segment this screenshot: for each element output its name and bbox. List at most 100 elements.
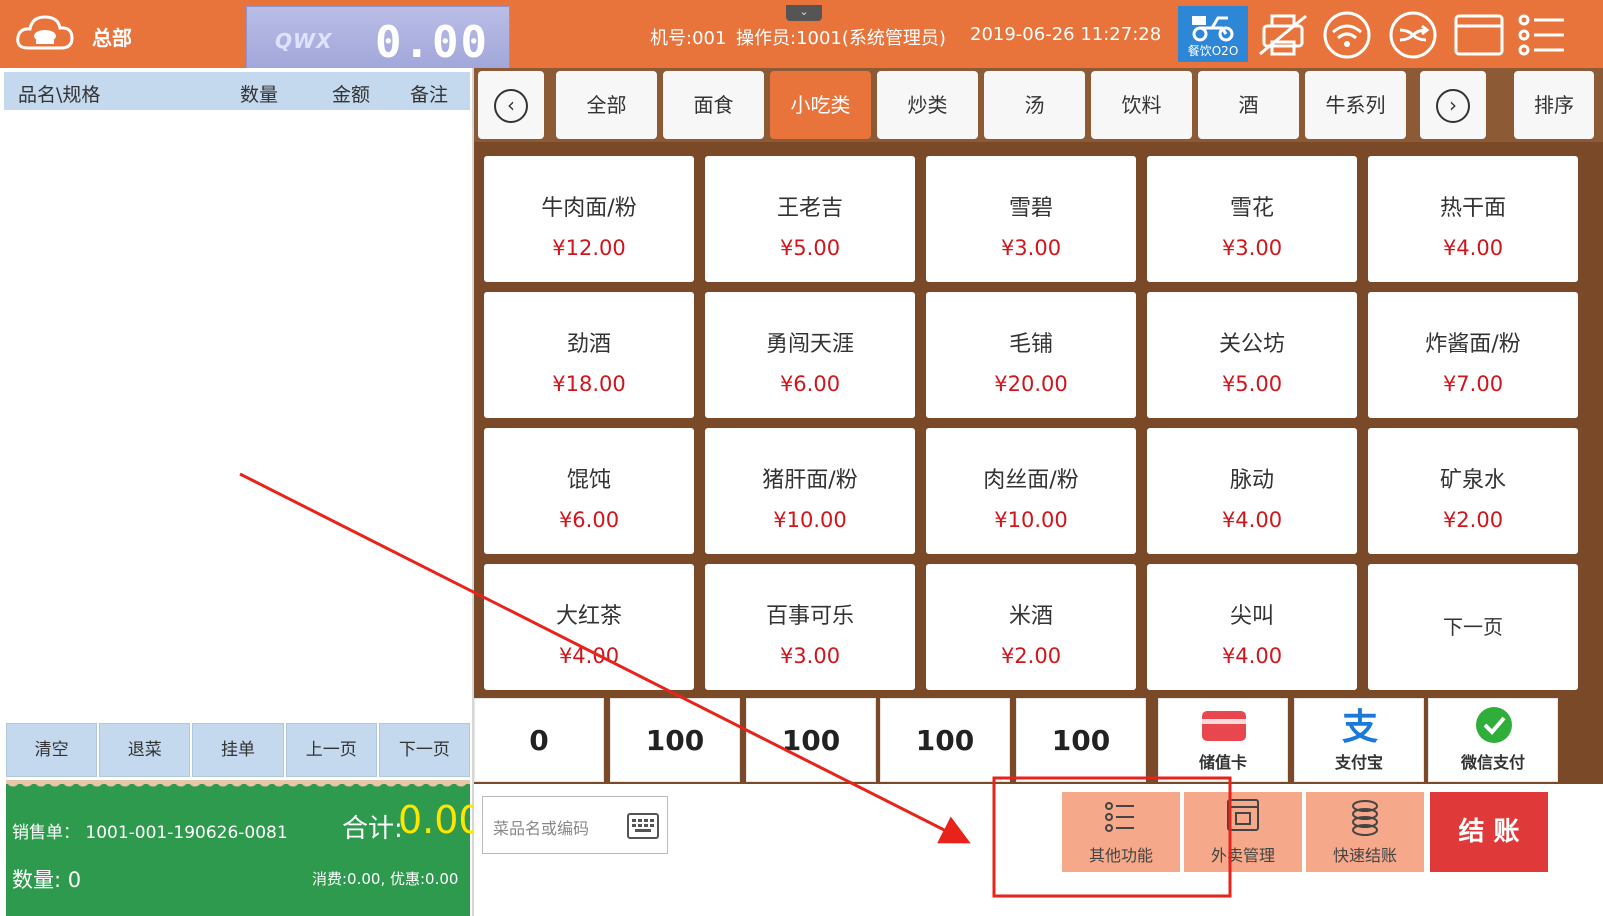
o2o-label: 餐饮O2O [1187, 44, 1239, 58]
dish-card[interactable]: 尖叫 ¥4.00 [1147, 564, 1357, 690]
wechat-check-icon [1476, 707, 1512, 743]
dish-next-page-button[interactable]: 下一页 [1368, 564, 1578, 690]
wechat-pay-button[interactable]: 微信支付 [1428, 698, 1558, 782]
dish-name: 矿泉水 [1439, 468, 1506, 493]
category-next-button[interactable]: › [1420, 71, 1486, 139]
dish-price: ¥2.00 [1000, 644, 1062, 668]
alipay-button[interactable]: 支 支付宝 [1294, 698, 1424, 782]
dish-card[interactable]: 热干面 ¥4.00 [1368, 156, 1578, 282]
category-tab[interactable]: 小吃类 [770, 71, 871, 139]
dish-card[interactable]: 雪花 ¥3.00 [1147, 156, 1357, 282]
dish-card[interactable]: 牛肉面/粉 ¥12.00 [484, 156, 694, 282]
dish-name: 劲酒 [566, 332, 611, 357]
wifi-icon[interactable] [1318, 10, 1376, 60]
category-tab[interactable]: 饮料 [1091, 71, 1192, 139]
dish-name: 雪花 [1229, 196, 1274, 221]
order-panel: 品名\规格 数量 金额 备注 清空 退菜 挂单 上一页 下一页 销售单： 100… [0, 68, 483, 916]
dish-card[interactable]: 勇闯天涯 ¥6.00 [705, 292, 915, 418]
column-name: 品名\规格 [18, 84, 101, 106]
dish-card[interactable]: 米酒 ¥2.00 [926, 564, 1136, 690]
o2o-button[interactable]: 餐饮O2O [1178, 6, 1248, 62]
alipay-label: 支付宝 [1334, 753, 1383, 772]
return-dish-button[interactable]: 退菜 [99, 723, 191, 777]
column-note: 备注 [410, 84, 449, 106]
dish-card[interactable]: 猪肝面/粉 ¥10.00 [705, 428, 915, 554]
dish-card[interactable]: 矿泉水 ¥2.00 [1368, 428, 1578, 554]
dish-price: ¥4.00 [558, 644, 620, 668]
next-page-button[interactable]: 下一页 [378, 723, 471, 777]
category-tab[interactable]: 全部 [556, 71, 657, 139]
wechat-label: 微信支付 [1460, 753, 1525, 772]
dish-name: 脉动 [1229, 468, 1274, 493]
list-icon [1105, 802, 1134, 832]
quick-checkout-label: 快速结账 [1332, 846, 1397, 865]
other-functions-button[interactable]: 其他功能 [1062, 792, 1180, 872]
dish-name: 王老吉 [776, 196, 843, 221]
stored-value-card-button[interactable]: 储值卡 [1158, 698, 1288, 782]
dish-card[interactable]: 毛铺 ¥20.00 [926, 292, 1136, 418]
order-table-header: 品名\规格 数量 金额 备注 [4, 72, 470, 110]
dish-card[interactable]: 馄饨 ¥6.00 [484, 428, 694, 554]
dish-price: ¥5.00 [1221, 372, 1283, 396]
category-tab[interactable]: 汤 [984, 71, 1085, 139]
dish-card[interactable]: 炸酱面/粉 ¥7.00 [1368, 292, 1578, 418]
takeaway-label: 外卖管理 [1210, 846, 1275, 865]
dish-price: ¥7.00 [1442, 372, 1504, 396]
category-tab[interactable]: 酒 [1198, 71, 1299, 139]
dish-card[interactable]: 脉动 ¥4.00 [1147, 428, 1357, 554]
card-icon [1202, 711, 1246, 741]
takeaway-window-icon [1227, 799, 1259, 831]
dish-card[interactable]: 肉丝面/粉 ¥10.00 [926, 428, 1136, 554]
menu-list-icon[interactable] [1514, 10, 1572, 60]
store-name[interactable]: 总部 [92, 22, 132, 51]
dish-name: 毛铺 [1008, 332, 1053, 357]
quick-checkout-button[interactable]: 快速结账 [1306, 792, 1424, 872]
category-tab[interactable]: 炒类 [877, 71, 978, 139]
checkout-button[interactable]: 结 账 [1430, 792, 1548, 872]
dish-price: ¥3.00 [779, 644, 841, 668]
category-prev-button[interactable]: ‹ [478, 71, 544, 139]
takeaway-management-button[interactable]: 外卖管理 [1184, 792, 1302, 872]
clear-button[interactable]: 清空 [6, 723, 98, 777]
dish-card[interactable]: 王老吉 ¥5.00 [705, 156, 915, 282]
window-icon[interactable] [1450, 10, 1508, 60]
column-quantity: 数量 [240, 84, 279, 106]
keyboard-icon[interactable] [627, 813, 659, 839]
dish-name: 馄饨 [566, 468, 611, 493]
order-action-bar: 清空 退菜 挂单 上一页 下一页 [6, 723, 471, 777]
other-functions-label: 其他功能 [1088, 846, 1153, 865]
search-placeholder: 菜品名或编码 [493, 819, 590, 838]
category-tab[interactable]: 面食 [663, 71, 764, 139]
quick-amount-button[interactable]: 100 [610, 698, 740, 782]
quick-amount-button[interactable]: 0 [474, 698, 604, 782]
dish-price: ¥12.00 [552, 236, 626, 260]
printer-disabled-icon[interactable] [1254, 10, 1312, 60]
dish-price: ¥18.00 [552, 372, 626, 396]
scooter-icon [1192, 16, 1234, 42]
dish-search-input[interactable]: 菜品名或编码 [482, 796, 668, 854]
dish-name: 雪碧 [1008, 196, 1053, 221]
sort-button[interactable]: 排序 [1514, 71, 1594, 139]
operator-info: 操作员:1001(系统管理员) [736, 28, 946, 49]
dish-price: ¥4.00 [1221, 644, 1283, 668]
quick-amount-button[interactable]: 100 [746, 698, 876, 782]
dish-price: ¥20.00 [994, 372, 1068, 396]
quick-amount-button[interactable]: 100 [1016, 698, 1146, 782]
order-summary: 销售单： 1001-001-190626-0081 合计: 0.00 数量: 0… [6, 780, 483, 916]
dish-card[interactable]: 大红茶 ¥4.00 [484, 564, 694, 690]
dish-name: 肉丝面/粉 [983, 468, 1079, 493]
dish-name: 米酒 [1008, 604, 1053, 629]
quick-amount-button[interactable]: 100 [880, 698, 1010, 782]
machine-number: 机号:001 [650, 28, 727, 49]
dish-card[interactable]: 百事可乐 ¥3.00 [705, 564, 915, 690]
hold-order-button[interactable]: 挂单 [192, 723, 284, 777]
collapse-toggle-button[interactable]: ⌄ [786, 5, 822, 21]
dish-card[interactable]: 关公坊 ¥5.00 [1147, 292, 1357, 418]
switch-icon[interactable] [1384, 10, 1442, 60]
dish-card[interactable]: 雪碧 ¥3.00 [926, 156, 1136, 282]
dish-name: 炸酱面/粉 [1425, 332, 1521, 357]
dish-name: 猪肝面/粉 [762, 468, 858, 493]
dish-card[interactable]: 劲酒 ¥18.00 [484, 292, 694, 418]
prev-page-button[interactable]: 上一页 [285, 723, 377, 777]
category-tab[interactable]: 牛系列 [1305, 71, 1406, 139]
